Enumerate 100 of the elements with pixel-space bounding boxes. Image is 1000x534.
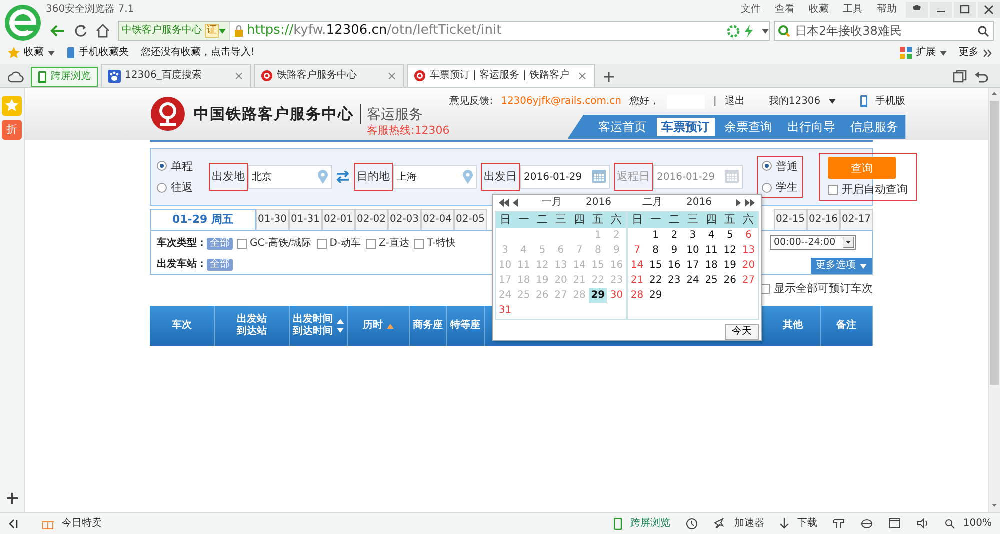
calendar-day[interactable]: 4 <box>702 228 721 243</box>
date-tab[interactable]: 02-04 <box>421 209 454 230</box>
double-chevron-icon[interactable] <box>983 48 992 58</box>
favorites-menu[interactable]: 收藏 <box>24 47 44 59</box>
calendar-day[interactable]: 13 <box>739 243 758 258</box>
logout-link[interactable]: 退出 <box>724 96 745 108</box>
close-button[interactable] <box>978 2 1000 18</box>
column-header[interactable]: 其他 <box>783 320 803 332</box>
calendar-day[interactable]: 12 <box>720 243 740 258</box>
column-header[interactable]: 备注 <box>836 320 856 332</box>
accelerator-link[interactable]: 加速器 <box>734 518 764 530</box>
caret-icon[interactable] <box>940 50 947 56</box>
date-tab[interactable]: 01-31 <box>289 209 322 230</box>
nav-tab[interactable]: 车票预订 <box>656 118 715 136</box>
date-tab[interactable]: 02-16 <box>807 209 840 230</box>
sort-down-icon[interactable] <box>337 328 344 333</box>
date-tab[interactable]: 02-15 <box>774 209 807 230</box>
calendar-day[interactable]: 16 <box>665 258 684 273</box>
window-icon[interactable] <box>889 518 902 529</box>
import-hint-link[interactable]: 您还没有收藏，点击导入! <box>141 47 256 59</box>
maximize-button[interactable] <box>954 2 976 18</box>
skin-button[interactable] <box>906 2 928 18</box>
calendar-day[interactable]: 29 <box>588 288 608 303</box>
calendar-day[interactable]: 25 <box>702 273 721 288</box>
date-tab[interactable]: 01-30 <box>256 209 289 230</box>
menu-item[interactable]: 工具 <box>843 4 863 16</box>
more-menu[interactable]: 更多 <box>959 47 979 59</box>
checkbox[interactable] <box>828 185 838 195</box>
column-header[interactable]: 车次 <box>172 320 192 332</box>
daily-deals-link[interactable]: 今日特卖 <box>62 518 102 530</box>
back-icon[interactable] <box>50 24 66 38</box>
previous-month-icon[interactable] <box>513 199 518 207</box>
column-header[interactable]: 商务座 <box>413 320 443 332</box>
calendar-day[interactable]: 5 <box>720 228 740 243</box>
menu-item[interactable]: 查看 <box>775 4 795 16</box>
menu-item[interactable]: 帮助 <box>877 4 897 16</box>
calendar-day[interactable]: 23 <box>665 273 684 288</box>
calendar-day[interactable]: 9 <box>665 243 684 258</box>
search-icon[interactable] <box>978 26 989 37</box>
cloud-icon[interactable] <box>8 71 24 83</box>
date-tab[interactable]: 02-17 <box>840 209 873 230</box>
menu-item[interactable]: 文件 <box>741 4 761 16</box>
checkbox[interactable] <box>237 238 247 248</box>
restore-window-icon[interactable] <box>953 70 967 83</box>
previous-year-icon[interactable] <box>499 199 509 207</box>
railway-logo-icon[interactable] <box>150 96 186 132</box>
download-link[interactable]: 下载 <box>797 518 818 530</box>
calendar-day[interactable]: 30 <box>607 288 626 303</box>
calendar-day[interactable]: 2 <box>665 228 684 243</box>
column-header[interactable]: 出发时间 到达时间 <box>293 314 333 338</box>
nav-tab[interactable]: 信息服务 <box>846 118 904 136</box>
calendar-day[interactable]: 26 <box>720 273 740 288</box>
mobile-favorites-link[interactable]: 手机收藏夹 <box>79 47 129 59</box>
site-chip[interactable]: 中铁客户服务中心 证 <box>119 22 230 40</box>
station-field[interactable]: 上海 <box>393 165 477 189</box>
time-select[interactable]: 00:00--24:00 <box>770 235 856 250</box>
mobile-version-link[interactable]: 手机版 <box>876 96 906 108</box>
sync-icon[interactable] <box>727 24 740 38</box>
checkbox[interactable] <box>366 238 376 248</box>
nav-tab[interactable]: 余票查询 <box>720 118 778 136</box>
history-icon[interactable] <box>686 518 698 530</box>
calendar-day[interactable]: 7 <box>628 243 647 258</box>
sort-up-icon[interactable] <box>337 319 344 324</box>
radio-button[interactable] <box>157 182 167 193</box>
today-button[interactable]: 今天 <box>725 324 759 340</box>
checkbox[interactable] <box>316 238 327 248</box>
station-field[interactable]: 北京 <box>248 165 332 189</box>
calendar-day[interactable]: 18 <box>702 258 721 273</box>
date-tab[interactable]: 01-29 周五 <box>150 209 256 230</box>
calendar-day[interactable]: 20 <box>739 258 758 273</box>
collapse-sidebar-icon[interactable] <box>8 518 18 528</box>
radio-button[interactable] <box>157 161 167 172</box>
cross-screen-link[interactable]: 跨屏浏览 <box>630 518 670 530</box>
column-header[interactable]: 特等座 <box>450 320 480 332</box>
caret-icon[interactable] <box>828 99 836 104</box>
close-tab-button[interactable]: × <box>569 68 588 84</box>
calendar-day[interactable]: 6 <box>739 228 758 243</box>
browser-tab[interactable]: 车票预订 | 客运服务 | 铁路客户 × <box>407 64 595 87</box>
undo-icon[interactable] <box>975 71 988 83</box>
zoom-level[interactable]: 100% <box>963 518 992 530</box>
dropdown-icon[interactable] <box>843 237 854 248</box>
next-month-icon[interactable] <box>736 199 741 207</box>
calendar-day[interactable]: 22 <box>646 273 666 288</box>
calendar-day[interactable]: 29 <box>646 288 666 303</box>
home-icon[interactable] <box>96 24 110 38</box>
column-header[interactable]: 出发站 到达站 <box>237 314 267 338</box>
calendar-day[interactable]: 11 <box>702 243 721 258</box>
menu-item[interactable]: 收藏 <box>809 4 829 16</box>
calendar-day[interactable]: 28 <box>628 288 647 303</box>
nav-tab[interactable]: 客运首页 <box>594 118 652 136</box>
radio-button[interactable] <box>762 161 772 172</box>
new-tab-icon[interactable] <box>602 71 615 83</box>
calendar-day[interactable]: 15 <box>646 258 666 273</box>
speaker-icon[interactable] <box>917 518 930 529</box>
lightning-icon[interactable] <box>744 24 754 38</box>
calendar-day[interactable]: 24 <box>684 273 702 288</box>
date-tab[interactable]: 02-02 <box>355 209 388 230</box>
column-header[interactable]: 历时 <box>363 320 383 332</box>
caret-icon[interactable] <box>762 28 769 34</box>
date-tab[interactable]: 02-01 <box>322 209 355 230</box>
